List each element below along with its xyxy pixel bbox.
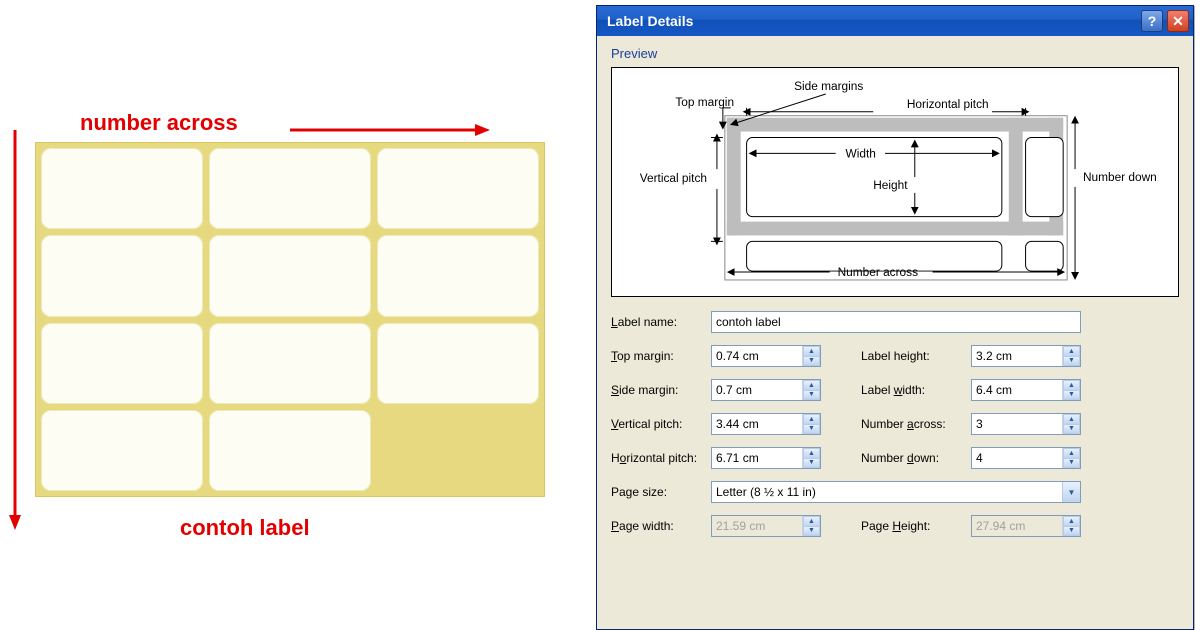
page-height-label: Page Height: xyxy=(861,519,971,533)
page-size-combo[interactable]: Letter (8 ½ x 11 in) ▼ xyxy=(711,481,1081,503)
spin-down-icon[interactable]: ▼ xyxy=(803,458,820,469)
side-margin-label: Side margin: xyxy=(611,383,711,397)
spin-down-icon: ▼ xyxy=(803,526,820,537)
spin-down-icon[interactable]: ▼ xyxy=(803,424,820,435)
dialog-title: Label Details xyxy=(607,13,1137,29)
label-cell xyxy=(209,323,371,404)
top-margin-spinner[interactable]: ▲▼ xyxy=(711,345,821,367)
spin-up-icon[interactable]: ▲ xyxy=(803,414,820,424)
spin-up-icon[interactable]: ▲ xyxy=(1063,346,1080,356)
diagram-side-margins-text: Side margins xyxy=(794,79,863,93)
diagram-top-margin-text: Top margin xyxy=(675,95,734,109)
diagram-height-text: Height xyxy=(873,178,908,192)
chevron-down-icon[interactable]: ▼ xyxy=(1062,482,1080,502)
label-cell-empty xyxy=(377,410,539,491)
diagram-width-text: Width xyxy=(846,146,876,160)
label-cell xyxy=(41,148,203,229)
spin-down-icon[interactable]: ▼ xyxy=(1063,458,1080,469)
arrow-down-icon xyxy=(0,130,30,530)
label-sheet-illustration: number across number down contoh label xyxy=(0,0,580,560)
spin-down-icon[interactable]: ▼ xyxy=(803,356,820,367)
help-button[interactable]: ? xyxy=(1141,10,1163,32)
spin-up-icon: ▲ xyxy=(803,516,820,526)
diagram-number-across-text: Number across xyxy=(838,265,918,279)
spin-up-icon[interactable]: ▲ xyxy=(1063,448,1080,458)
label-cell xyxy=(209,410,371,491)
vertical-pitch-label: Vertical pitch: xyxy=(611,417,711,431)
label-width-label: Label width: xyxy=(861,383,971,397)
label-cell xyxy=(41,410,203,491)
spin-down-icon[interactable]: ▼ xyxy=(803,390,820,401)
titlebar: Label Details ? ✕ xyxy=(597,6,1193,36)
label-name-label: Label name: xyxy=(611,315,711,329)
spin-up-icon[interactable]: ▲ xyxy=(803,448,820,458)
label-height-label: Label height: xyxy=(861,349,971,363)
spin-up-icon[interactable]: ▲ xyxy=(803,346,820,356)
preview-heading: Preview xyxy=(611,46,1179,61)
spin-down-icon[interactable]: ▼ xyxy=(1063,356,1080,367)
side-margin-spinner[interactable]: ▲▼ xyxy=(711,379,821,401)
label-sheet xyxy=(35,142,545,497)
spin-up-icon[interactable]: ▲ xyxy=(803,380,820,390)
label-cell xyxy=(41,235,203,316)
spin-up-icon[interactable]: ▲ xyxy=(1063,380,1080,390)
label-cell xyxy=(377,323,539,404)
diagram-vertical-pitch-text: Vertical pitch xyxy=(640,171,707,185)
label-height-spinner[interactable]: ▲▼ xyxy=(971,345,1081,367)
label-cell xyxy=(209,148,371,229)
spin-up-icon: ▲ xyxy=(1063,516,1080,526)
label-details-dialog: Label Details ? ✕ Preview xyxy=(596,5,1194,630)
vertical-pitch-spinner[interactable]: ▲▼ xyxy=(711,413,821,435)
page-width-spinner: ▲▼ xyxy=(711,515,821,537)
arrow-right-icon xyxy=(60,112,490,142)
horizontal-pitch-spinner[interactable]: ▲▼ xyxy=(711,447,821,469)
number-across-label: Number across: xyxy=(861,417,971,431)
number-down-label: Number down: xyxy=(861,451,971,465)
label-cell xyxy=(41,323,203,404)
page-size-value: Letter (8 ½ x 11 in) xyxy=(712,482,1062,502)
diagram-number-down-text: Number down xyxy=(1083,170,1157,184)
spin-down-icon[interactable]: ▼ xyxy=(1063,390,1080,401)
label-cell xyxy=(377,235,539,316)
form-grid: Label name: Top margin: ▲▼ Label height:… xyxy=(611,311,1179,537)
spin-down-icon: ▼ xyxy=(1063,526,1080,537)
diagram-horizontal-pitch-text: Horizontal pitch xyxy=(907,97,989,111)
horizontal-pitch-label: Horizontal pitch: xyxy=(611,451,711,465)
top-margin-label: Top margin: xyxy=(611,349,711,363)
spin-down-icon[interactable]: ▼ xyxy=(1063,424,1080,435)
label-width-spinner[interactable]: ▲▼ xyxy=(971,379,1081,401)
page-height-spinner: ▲▼ xyxy=(971,515,1081,537)
preview-diagram: Side margins Top margin Horizontal pitch… xyxy=(611,67,1179,297)
close-button[interactable]: ✕ xyxy=(1167,10,1189,32)
page-width-label: Page width: xyxy=(611,519,711,533)
sheet-caption: contoh label xyxy=(180,515,310,541)
spin-up-icon[interactable]: ▲ xyxy=(1063,414,1080,424)
number-across-spinner[interactable]: ▲▼ xyxy=(971,413,1081,435)
page-size-label: Page size: xyxy=(611,485,711,499)
number-down-spinner[interactable]: ▲▼ xyxy=(971,447,1081,469)
label-cell xyxy=(377,148,539,229)
label-name-input[interactable] xyxy=(711,311,1081,333)
label-cell xyxy=(209,235,371,316)
